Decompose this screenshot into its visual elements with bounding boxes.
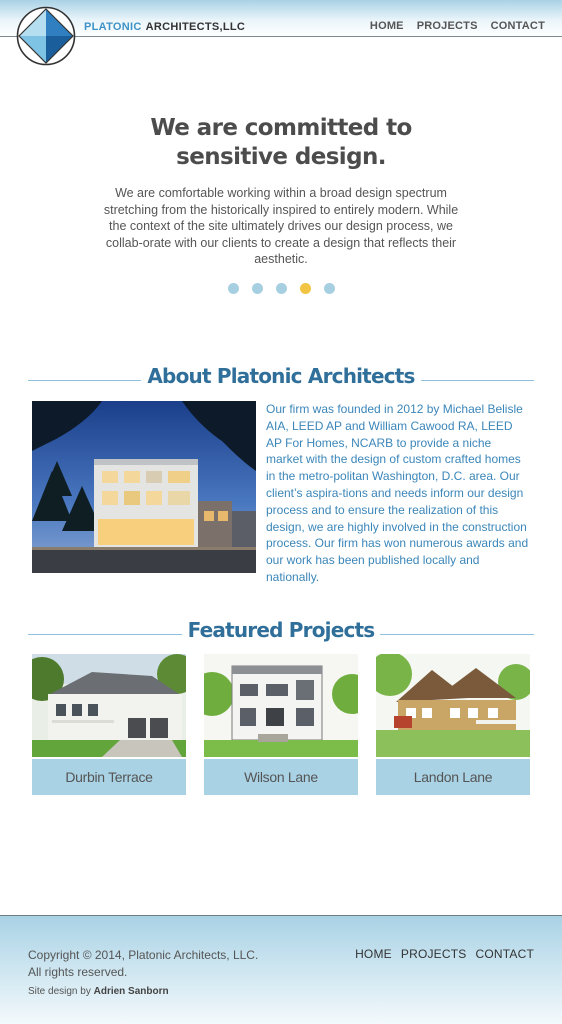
slider-dot-1[interactable]: [227, 283, 239, 294]
about-heading-row: About Platonic Architects: [28, 364, 535, 388]
site-design-credit: Site design by Adrien Sanborn: [28, 986, 169, 997]
project-image[interactable]: [376, 654, 530, 757]
hero-title-line2: sensitive design.: [176, 144, 386, 170]
footer-nav: HOME PROJECTS CONTACT: [355, 947, 534, 961]
slider-dots: [0, 283, 562, 294]
footer-nav-projects[interactable]: PROJECTS: [401, 947, 467, 961]
logo-diamond-icon[interactable]: [16, 6, 76, 66]
design-prefix: Site design by: [28, 986, 94, 997]
project-card-landon[interactable]: Landon Lane: [376, 654, 530, 795]
divider-right: [420, 379, 535, 381]
slider-dot-4[interactable]: [299, 283, 311, 294]
project-card-wilson[interactable]: Wilson Lane: [204, 654, 358, 795]
top-nav: HOME PROJECTS CONTACT: [370, 20, 545, 32]
hero-title-line1: We are committed to: [150, 115, 412, 141]
footer: Copyright © 2014, Platonic Architects, L…: [0, 915, 562, 1024]
divider-right: [380, 633, 535, 635]
nav-home[interactable]: HOME: [370, 20, 404, 32]
copyright-line1: Copyright © 2014, Platonic Architects, L…: [28, 948, 259, 962]
about-photo: [32, 401, 256, 573]
divider-left: [28, 633, 182, 635]
nav-contact[interactable]: CONTACT: [491, 20, 545, 32]
nav-projects[interactable]: PROJECTS: [417, 20, 478, 32]
slider-dot-5[interactable]: [323, 283, 335, 294]
slider-dot-3[interactable]: [275, 283, 287, 294]
project-label[interactable]: Landon Lane: [376, 759, 530, 795]
brand-primary: PLATONIC: [84, 21, 142, 33]
brand-secondary: ARCHITECTS,LLC: [145, 21, 246, 33]
copyright: Copyright © 2014, Platonic Architects, L…: [28, 947, 258, 981]
featured-heading-row: Featured Projects: [28, 618, 535, 642]
footer-nav-contact[interactable]: CONTACT: [475, 947, 534, 961]
brand-name[interactable]: PLATONIC ARCHITECTS,LLC: [84, 21, 245, 33]
project-image[interactable]: [32, 654, 186, 757]
about-heading: About Platonic Architects: [147, 364, 415, 388]
project-label[interactable]: Wilson Lane: [204, 759, 358, 795]
slider-dot-2[interactable]: [251, 283, 263, 294]
copyright-line2: All rights reserved.: [28, 965, 128, 979]
footer-nav-home[interactable]: HOME: [355, 947, 392, 961]
project-image[interactable]: [204, 654, 358, 757]
designer-name[interactable]: Adrien Sanborn: [94, 986, 169, 997]
hero-title: We are committed to sensitive design.: [0, 114, 562, 172]
hero-text: We are comfortable working within a broa…: [103, 186, 459, 266]
featured-heading: Featured Projects: [187, 618, 376, 642]
divider-left: [28, 379, 142, 381]
project-card-durbin[interactable]: Durbin Terrace: [32, 654, 186, 795]
about-text: Our firm was founded in 2012 by Michael …: [266, 402, 529, 584]
project-label[interactable]: Durbin Terrace: [32, 759, 186, 795]
